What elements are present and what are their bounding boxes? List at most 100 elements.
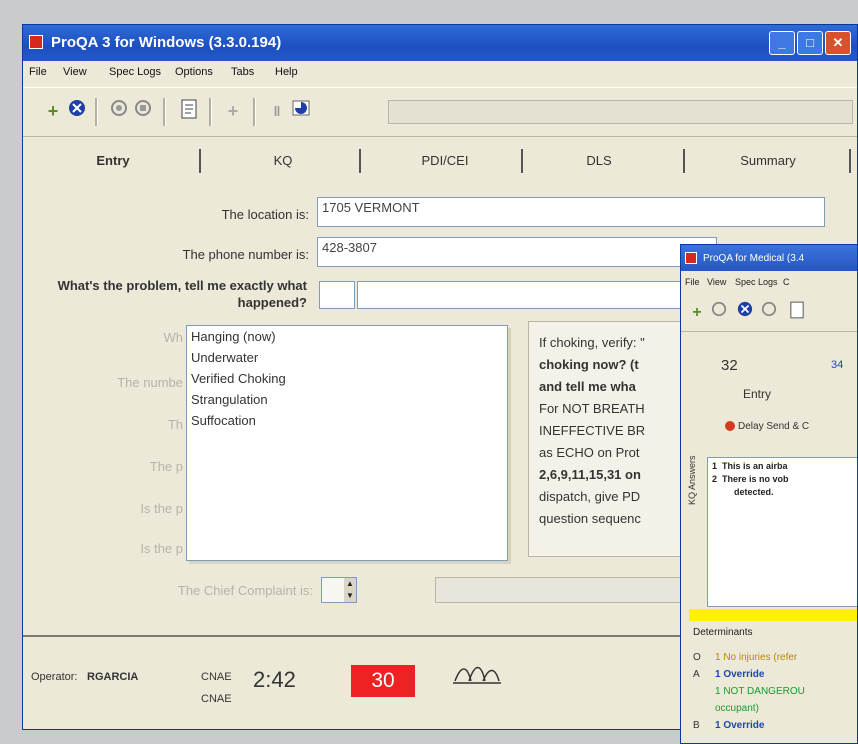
operator-label: Operator: [31,671,78,683]
phone-input[interactable]: 428-3807 [317,237,717,267]
delay-label: Delay Send & C [738,421,810,432]
menu-help[interactable]: Help [275,66,298,78]
status-dot-icon [725,421,735,432]
pause-icon[interactable]: ‖ [265,99,289,123]
status-line-1: CNAE [201,671,232,683]
answer-text: detected. [734,487,774,497]
menu-view[interactable]: View [63,66,87,78]
menu-bar: File View Spec Logs Options Tabs Help [23,61,857,83]
menu-c[interactable]: C [783,277,790,287]
instruction-line: 2,6,9,11,15,31 on [539,467,641,482]
tab-pdi-cei[interactable]: PDI/CEI [395,153,495,168]
faded-label: The p [149,459,183,474]
determinant-row: occupant) [693,700,805,717]
answer-row: 2 There is no vob [712,473,857,486]
determinant-text: 1 Override [715,720,765,731]
faded-label: Is the p [140,541,183,556]
chart-icon[interactable] [289,99,313,123]
determinants-list[interactable]: O 1 No injuries (refer A 1 Override 1 NOT … [693,649,805,734]
highlight-bar [689,609,857,621]
chief-complaint-field[interactable] [435,577,695,603]
minimize-button[interactable]: _ [769,31,795,55]
menu-view[interactable]: View [707,277,726,287]
location-input[interactable]: 1705 VERMONT [317,197,825,227]
answers-list[interactable]: 1 This is an airba 2 There is no vob det… [707,457,857,607]
problem-listbox[interactable]: Hanging (now) Underwater Verified Chokin… [186,325,508,561]
answer-num: 2 [712,474,718,484]
determinant-row[interactable]: O 1 No injuries (refer [693,649,805,666]
title-bar: ProQA 3 for Windows (3.3.0.194) _ □ ✕ [23,25,857,61]
toolbar: + + ‖ [23,87,857,137]
tab-bar: Entry KQ PDI/CEI DLS Summary [23,147,857,177]
status-line-2: CNAE [201,693,232,705]
instruction-panel: If choking, verify: " choking now? (t an… [528,321,688,557]
case-number-2: 34 [831,359,844,371]
record-icon[interactable] [107,99,131,123]
menu-file[interactable]: File [29,66,47,78]
stop-icon[interactable] [757,301,781,325]
tab-entry[interactable]: Entry [743,387,771,401]
record-icon[interactable] [707,301,731,325]
menu-spec-logs[interactable]: Spec Logs [735,277,778,287]
call-timer: 2:42 [253,667,296,692]
menu-spec-logs[interactable]: Spec Logs [109,66,161,78]
list-item[interactable]: Underwater [187,347,507,368]
close-button[interactable]: ✕ [825,31,851,55]
determinant-level: A [693,669,700,680]
medical-title-bar: ProQA for Medical (3.4 [681,245,857,271]
tab-entry[interactable]: Entry [73,153,153,168]
problem-question: What's the problem, tell me exactly what… [57,278,307,310]
add-icon[interactable]: + [685,301,709,325]
tab-summary[interactable]: Summary [713,153,823,168]
chief-complaint-label: The Chief Complaint is: [177,583,313,598]
determinant-row[interactable]: B 1 Override [693,717,805,734]
medical-menu-bar: File View Spec Logs C [681,273,857,291]
determinant-level: O [693,652,701,663]
stop-icon[interactable] [131,99,155,123]
faded-label: Is the p [140,501,183,516]
document-icon[interactable] [785,301,809,325]
menu-tabs[interactable]: Tabs [231,66,254,78]
logo-icon [453,666,501,684]
app-icon [685,252,697,264]
chief-complaint-spinner[interactable]: ▲ ▼ [321,577,357,603]
instruction-line: INEFFECTIVE BR [539,423,646,438]
location-label: The location is: [221,207,309,222]
answer-row: 1 This is an airba [712,460,857,473]
instruction-line: question sequenc [539,511,641,526]
maximize-button[interactable]: □ [797,31,823,55]
determinant-text: 1 No injuries (refer [715,652,798,663]
countdown-counter: 30 [351,665,415,697]
instruction-line: choking now? (t [539,357,639,372]
problem-description-input[interactable] [357,281,687,309]
determinant-level: B [693,720,700,731]
instruction-line: dispatch, give PD [539,489,641,504]
cancel-icon[interactable] [65,99,89,123]
list-item[interactable]: Strangulation [187,389,507,410]
determinant-text: occupant) [715,703,759,714]
medical-toolbar: + [681,295,857,332]
list-item[interactable]: Suffocation [187,410,507,431]
answers-vertical-label: KQ Answers [687,455,697,505]
tab-kq[interactable]: KQ [243,153,323,168]
document-icon[interactable] [177,99,201,123]
plus-icon[interactable]: + [221,99,245,123]
menu-file[interactable]: File [685,277,700,287]
determinant-row[interactable]: 1 NOT DANGEROU [693,683,805,700]
determinant-text: 1 NOT DANGEROU [715,686,805,697]
window-title: ProQA 3 for Windows (3.3.0.194) [51,34,282,51]
tab-dls[interactable]: DLS [559,153,639,168]
list-item[interactable]: Verified Choking [187,368,507,389]
case-number: 32 [721,357,738,374]
delay-send-button[interactable]: Delay Send & C [725,421,809,432]
menu-options[interactable]: Options [175,66,213,78]
list-item[interactable]: Hanging (now) [187,326,507,347]
answer-row: detected. [712,486,857,499]
spinner-arrows-icon[interactable]: ▲ ▼ [344,578,356,602]
answer-num: 1 [712,461,718,471]
phone-label: The phone number is: [182,247,309,262]
add-icon[interactable]: + [41,99,65,123]
cancel-icon[interactable] [733,301,757,325]
problem-code-input[interactable] [319,281,355,309]
determinant-row[interactable]: A 1 Override [693,666,805,683]
